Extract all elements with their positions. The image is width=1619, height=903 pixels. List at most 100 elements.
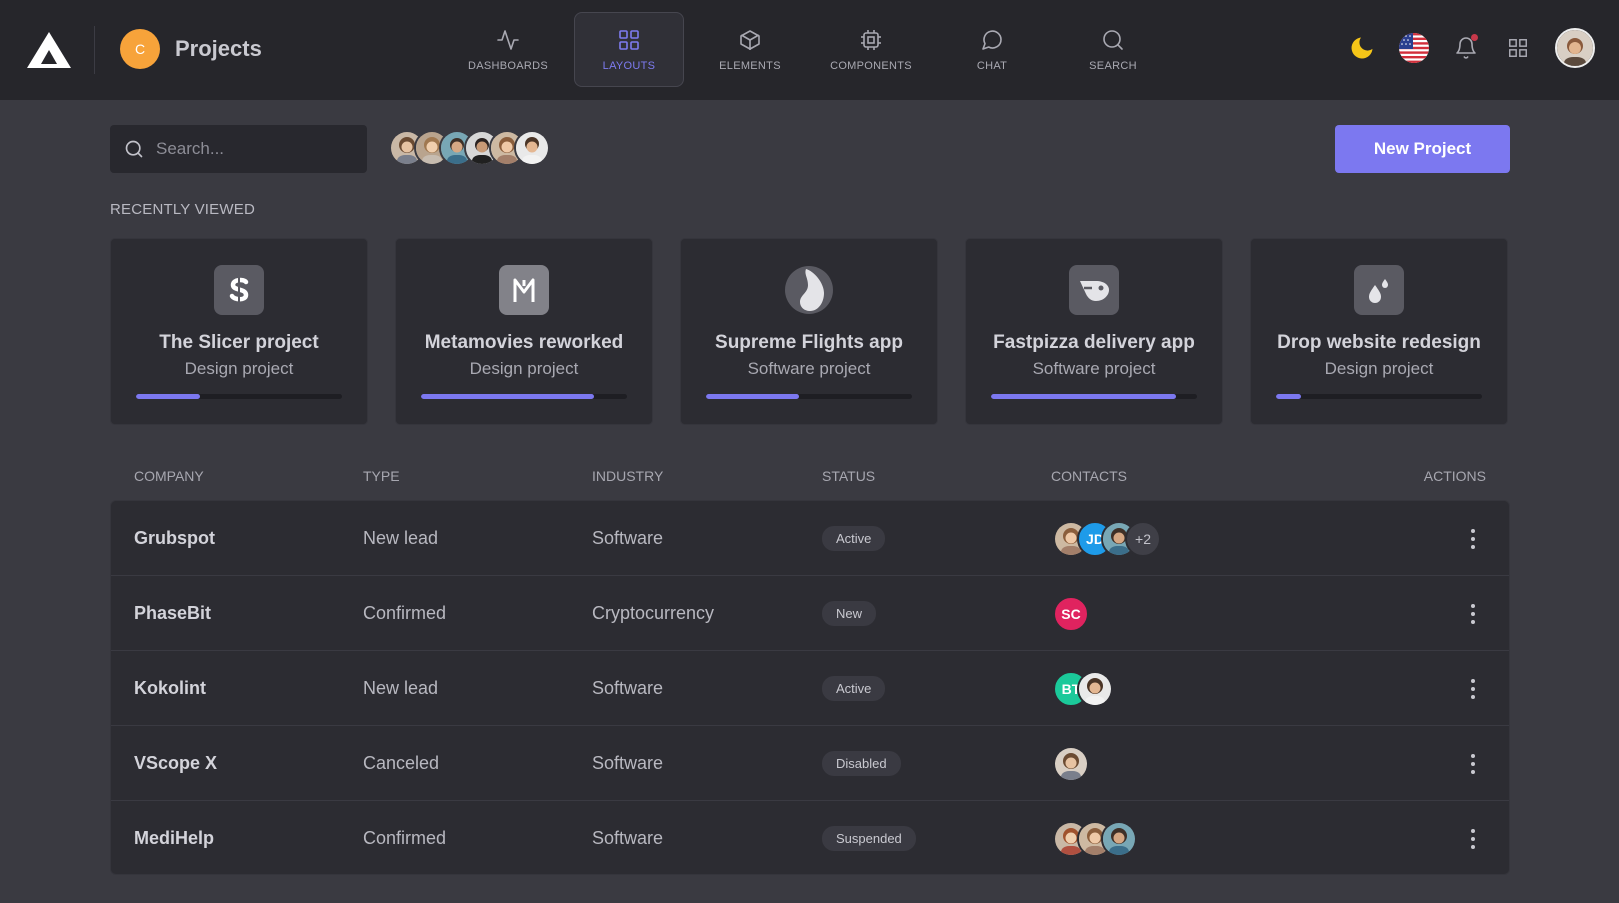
moon-icon	[1351, 37, 1373, 59]
status-badge: Active	[822, 526, 886, 551]
company-name: PhaseBit	[134, 603, 212, 623]
industry: Software	[592, 678, 664, 698]
project-card[interactable]: Metamovies reworked Design project	[395, 238, 653, 425]
kebab-menu-icon	[1471, 527, 1475, 551]
project-card[interactable]: Supreme Flights app Software project	[680, 238, 938, 425]
table-row[interactable]: VScope X Canceled Software Disabled	[111, 726, 1509, 801]
kebab-menu-icon	[1471, 827, 1475, 851]
contact-avatar[interactable]	[1053, 745, 1089, 782]
industry: Software	[592, 528, 664, 548]
page-title: Projects	[175, 36, 262, 61]
contacts-cell	[1053, 726, 1089, 801]
kebab-menu-icon	[1471, 602, 1475, 626]
nav-components[interactable]: COMPONENTS	[816, 12, 926, 87]
language-selector[interactable]	[1399, 33, 1429, 63]
new-project-button[interactable]: New Project	[1335, 125, 1510, 173]
app-badge[interactable]: C	[120, 29, 160, 69]
contacts-cell: BT	[1053, 651, 1113, 726]
nav-dashboards[interactable]: DASHBOARDS	[453, 12, 563, 87]
col-industry[interactable]: INDUSTRY	[592, 468, 663, 484]
project-card[interactable]: The Slicer project Design project	[110, 238, 368, 425]
progress-fill	[706, 394, 799, 399]
contact-avatar[interactable]	[1101, 820, 1137, 857]
team-avatar-stack[interactable]	[389, 130, 550, 166]
header-divider	[94, 26, 95, 74]
contact-avatar[interactable]	[1077, 670, 1113, 707]
industry: Software	[592, 828, 664, 848]
status-badge: Active	[822, 676, 886, 701]
recently-viewed-label: RECENTLY VIEWED	[110, 201, 255, 218]
lead-type: Confirmed	[363, 603, 447, 623]
nav-label: LAYOUTS	[602, 59, 656, 72]
lead-type: New lead	[363, 528, 439, 548]
card-title: Drop website redesign	[1277, 332, 1481, 353]
company-name: Grubspot	[134, 528, 215, 548]
supreme-logo-icon	[784, 265, 834, 315]
col-contacts[interactable]: CONTACTS	[1051, 468, 1127, 484]
col-status[interactable]: STATUS	[822, 468, 875, 484]
lead-type: New lead	[363, 678, 439, 698]
nav-search[interactable]: SEARCH	[1058, 12, 1168, 87]
row-actions-button[interactable]	[1458, 501, 1488, 576]
card-progress	[136, 394, 342, 399]
app-logo-icon[interactable]	[26, 30, 72, 70]
col-company[interactable]: COMPANY	[134, 468, 204, 484]
card-subtitle: Design project	[1324, 359, 1434, 378]
chip-icon	[861, 29, 881, 50]
company-name: VScope X	[134, 753, 218, 773]
more-contacts-badge[interactable]: +2	[1125, 520, 1161, 557]
card-progress	[706, 394, 912, 399]
nav-chat[interactable]: CHAT	[937, 12, 1047, 87]
team-avatar[interactable]	[514, 130, 550, 166]
cube-icon	[740, 29, 760, 50]
metamovies-logo-icon	[499, 265, 549, 315]
apps-button[interactable]	[1503, 33, 1533, 63]
row-actions-button[interactable]	[1458, 726, 1488, 801]
user-avatar[interactable]	[1555, 28, 1595, 68]
card-progress	[1276, 394, 1482, 399]
table-row[interactable]: Kokolint New lead Software Active BT	[111, 651, 1509, 726]
card-subtitle: Software project	[1032, 359, 1156, 378]
us-flag-icon	[1399, 33, 1429, 63]
nav-elements[interactable]: ELEMENTS	[695, 12, 805, 87]
fastpizza-logo-icon	[1069, 265, 1119, 315]
notifications-button[interactable]	[1451, 33, 1481, 63]
nav-layouts[interactable]: LAYOUTS	[574, 12, 684, 87]
status-cell: New	[822, 576, 877, 651]
dark-mode-toggle[interactable]	[1347, 33, 1377, 63]
contact-avatar-stack[interactable]: BT	[1053, 670, 1113, 707]
kebab-menu-icon	[1471, 752, 1475, 776]
drop-logo-icon	[1354, 265, 1404, 315]
header-actions	[1325, 28, 1595, 68]
project-card[interactable]: Fastpizza delivery app Software project	[965, 238, 1223, 425]
projects-table: Grubspot New lead Software Active JD +2 PhaseB…	[110, 500, 1510, 875]
contact-initials-avatar[interactable]: SC	[1053, 595, 1089, 632]
row-actions-button[interactable]	[1458, 576, 1488, 651]
table-row[interactable]: MediHelp Confirmed Software Suspended	[111, 801, 1509, 874]
company-name: MediHelp	[134, 828, 215, 848]
row-actions-button[interactable]	[1458, 801, 1488, 874]
contact-avatar-stack[interactable]	[1053, 820, 1137, 857]
search-icon	[1103, 29, 1123, 50]
search-input[interactable]	[156, 139, 356, 159]
status-cell: Active	[822, 501, 886, 576]
progress-fill	[991, 394, 1177, 399]
col-type[interactable]: TYPE	[363, 468, 400, 484]
nav-label: COMPONENTS	[830, 59, 912, 72]
contact-avatar-stack[interactable]	[1053, 745, 1089, 782]
search-icon	[125, 140, 143, 158]
project-card[interactable]: Drop website redesign Design project	[1250, 238, 1508, 425]
notification-dot	[1471, 34, 1478, 41]
table-row[interactable]: PhaseBit Confirmed Cryptocurrency New SC	[111, 576, 1509, 651]
contact-avatar-stack[interactable]: JD +2	[1053, 520, 1161, 557]
row-actions-button[interactable]	[1458, 651, 1488, 726]
progress-fill	[1276, 394, 1301, 399]
contact-avatar-stack[interactable]: SC	[1053, 595, 1089, 632]
chat-icon	[982, 29, 1002, 50]
table-row[interactable]: Grubspot New lead Software Active JD +2	[111, 501, 1509, 576]
table-header: COMPANY TYPE INDUSTRY STATUS CONTACTS AC…	[134, 468, 1486, 488]
search-box	[110, 125, 367, 173]
card-progress	[421, 394, 627, 399]
apps-grid-icon	[1509, 39, 1527, 57]
contacts-cell	[1053, 801, 1137, 874]
